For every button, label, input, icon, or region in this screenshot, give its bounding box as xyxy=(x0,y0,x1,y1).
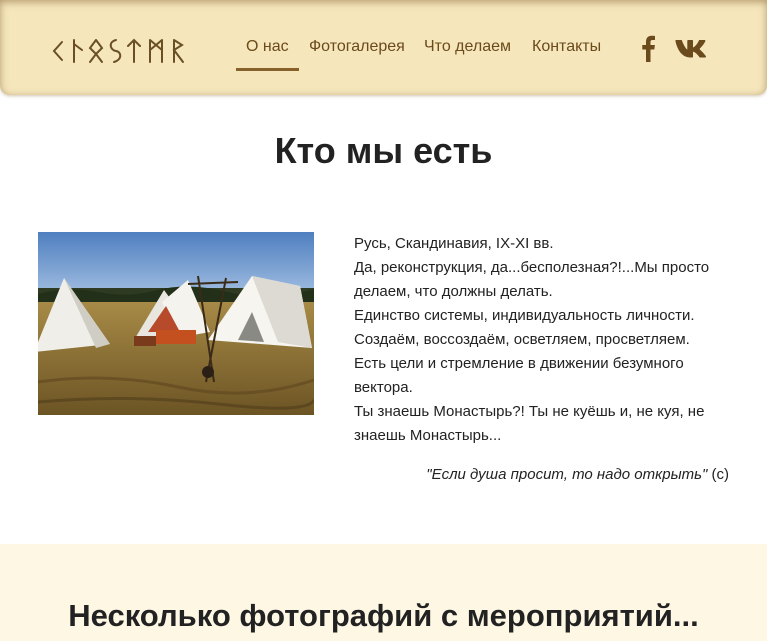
about-line: Единство системы, индивидуальность лично… xyxy=(354,307,695,324)
about-line: Да, реконструкция, да...бесполезная?!...… xyxy=(354,259,710,300)
nav-item-photo-gallery[interactable]: Фотогалерея xyxy=(309,36,405,68)
camp-tents-photo-icon xyxy=(38,232,314,415)
camp-photo xyxy=(38,232,314,415)
motto-quote: "Если душа просит, то надо открыть" (с) xyxy=(354,463,729,487)
about-line: Русь, Скандинавия, IX-XI вв. xyxy=(354,235,554,252)
about-line: Ты знаешь Монастырь?! Ты не куёшь и, не … xyxy=(354,403,705,444)
nav-item-about[interactable]: О нас xyxy=(236,36,299,71)
nav-item-what-we-do[interactable]: Что делаем xyxy=(424,36,511,68)
runic-logo-icon xyxy=(52,38,184,63)
facebook-link[interactable] xyxy=(640,34,656,62)
about-line: Создаём, воссоздаём, осветляем, просветл… xyxy=(354,331,690,348)
about-text: Русь, Скандинавия, IX-XI вв. Да, реконст… xyxy=(354,232,739,448)
quote-suffix: (с) xyxy=(707,466,729,483)
gallery-title: Несколько фотографий с мероприятий... xyxy=(68,598,699,633)
page-title: Кто мы есть xyxy=(274,130,493,171)
about-line: Есть цели и стремление в движении безумн… xyxy=(354,355,684,396)
site-logo[interactable] xyxy=(52,36,192,66)
quote-text: "Если душа просит, то надо открыть" xyxy=(426,466,708,483)
vk-link[interactable] xyxy=(675,38,707,66)
site-header: О нас Фотогалерея Что делаем Контакты xyxy=(0,0,767,95)
nav-item-contacts[interactable]: Контакты xyxy=(532,36,601,68)
facebook-icon xyxy=(642,35,655,62)
vk-icon xyxy=(675,40,707,58)
